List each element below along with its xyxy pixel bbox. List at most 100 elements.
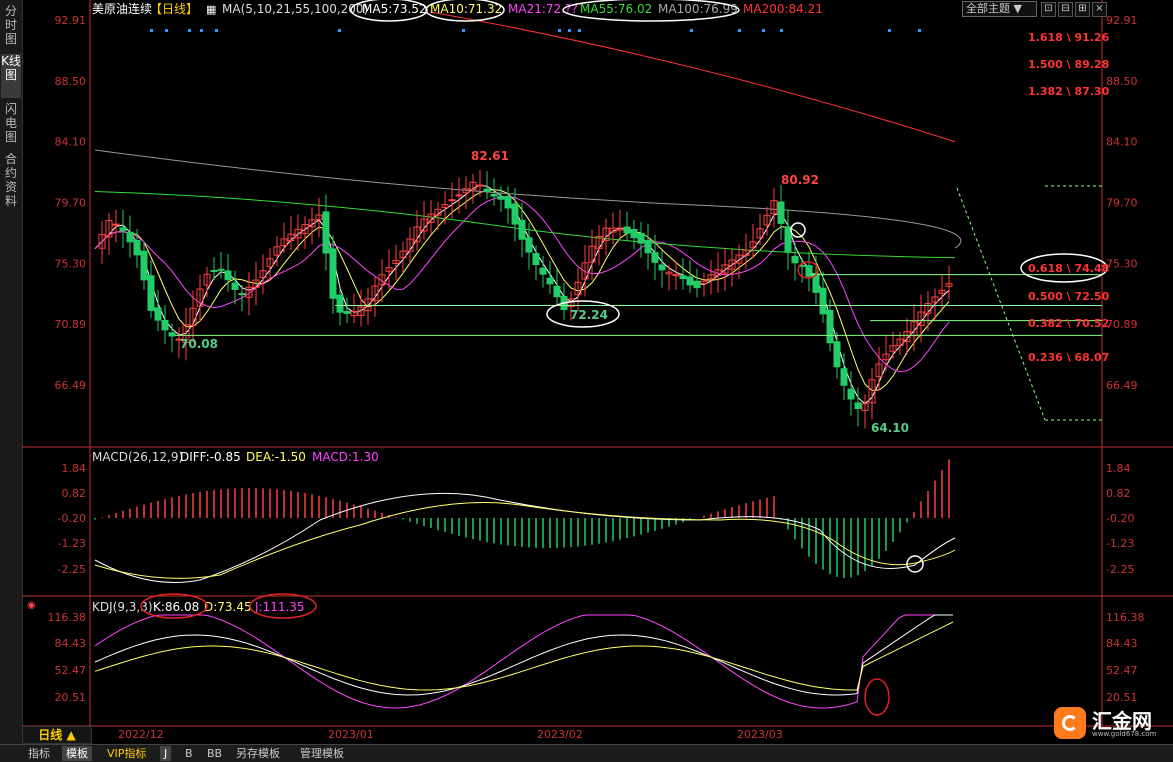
macd-tick-right: -0.20 — [1106, 512, 1134, 525]
close-icon[interactable]: × — [1092, 2, 1107, 17]
candle-body — [161, 319, 169, 331]
highlight-ellipse-kdj-cross — [864, 678, 890, 716]
signal-dot — [338, 29, 341, 32]
candle-body — [651, 252, 659, 263]
tab-b[interactable]: B — [181, 746, 197, 761]
period-button[interactable]: 日线 ▲ — [22, 726, 92, 744]
candle-body — [546, 277, 554, 285]
price-tick-right: 75.30 — [1106, 257, 1138, 270]
candle-body — [637, 233, 645, 244]
tab-vip-indicators[interactable]: VIP指标 — [103, 746, 150, 761]
high-label-2: 80.92 — [781, 173, 819, 187]
price-tick-right: 88.50 — [1106, 75, 1138, 88]
ma-settings-icon[interactable]: ▦ — [206, 3, 216, 16]
kdj-tick-left: 116.38 — [48, 611, 87, 624]
signal-dot — [165, 29, 168, 32]
macd-diff: DIFF:-0.85 — [180, 450, 241, 464]
price-tick-left: 75.30 — [55, 257, 87, 270]
candle-body — [217, 268, 225, 271]
fib-label-0500: 0.500 \ 72.50 — [1028, 290, 1110, 303]
moving-average-lines — [94, 11, 962, 405]
theme-label: 全部主题 — [966, 2, 1010, 15]
tab-contract-info[interactable]: 合约资料 — [1, 152, 21, 210]
kdj-tick-left: 20.51 — [55, 691, 87, 704]
macd-tick-left: -1.23 — [58, 537, 86, 550]
tab-indicators[interactable]: 指标 — [24, 746, 54, 761]
candle-body — [210, 269, 218, 272]
save-template-button[interactable]: 另存模板 — [232, 746, 284, 761]
chart-canvas[interactable]: 美原油连续 【日线】 ▦ MA(5,10,21,55,100,200) MA5:… — [22, 0, 1173, 744]
ma55-value: MA55:76.02 — [580, 2, 652, 16]
candle-body — [497, 195, 505, 200]
macd-value: MACD:1.30 — [312, 450, 379, 464]
candle-body — [847, 388, 855, 400]
candle-body — [630, 228, 638, 239]
maximize-icon[interactable]: ⊞ — [1075, 2, 1090, 17]
tab-flash-chart[interactable]: 闪电图 — [1, 102, 21, 146]
candle-body — [777, 201, 785, 224]
candle-body — [826, 309, 834, 344]
kdj-settings-icon[interactable]: ◉ — [27, 600, 36, 611]
macd-title: MACD(26,12,9) — [92, 450, 183, 464]
candle-body — [476, 184, 484, 187]
kdj-tick-left: 52.47 — [55, 664, 87, 677]
price-tick-left: 84.10 — [55, 136, 87, 149]
kdj-axis: 116.38116.3884.4384.4352.4752.4720.5120.… — [48, 611, 1145, 704]
kdj-tick-right: 84.43 — [1106, 637, 1138, 650]
candle-body — [854, 402, 862, 410]
signal-dot — [558, 29, 561, 32]
fibonacci-lines — [150, 29, 1102, 421]
fib-label-1618: 1.618 \ 91.26 — [1028, 31, 1110, 44]
signal-dot — [738, 29, 741, 32]
tab-templates[interactable]: 模板 — [62, 746, 92, 761]
candle-body — [455, 194, 463, 197]
signal-dot — [578, 29, 581, 32]
candle-body — [231, 282, 239, 290]
left-sidebar: 分时图 K线图 闪电图 合约资料 — [0, 0, 23, 744]
high-label-1: 82.61 — [471, 149, 509, 163]
tab-kline-chart[interactable]: K线图 — [1, 54, 21, 98]
fib-label-0382: 0.382 \ 70.52 — [1028, 317, 1109, 330]
macd-dea: DEA:-1.50 — [246, 450, 306, 464]
signal-dot — [568, 29, 571, 32]
candle-body — [336, 294, 344, 313]
candle-body — [679, 275, 687, 280]
candle-body — [833, 341, 841, 368]
candle-body — [483, 188, 491, 192]
candle-body — [343, 311, 351, 314]
price-tick-left: 92.91 — [55, 14, 87, 27]
candle-body — [119, 227, 127, 232]
candle-body — [658, 264, 666, 271]
layout-icon[interactable]: ⊡ — [1041, 2, 1056, 17]
fib-label-0236: 0.236 \ 68.07 — [1028, 351, 1109, 364]
price-tick-right: 70.89 — [1106, 318, 1138, 331]
macd-tick-right: 0.82 — [1106, 487, 1131, 500]
macd-tick-left: -2.25 — [58, 563, 86, 576]
candle-body — [168, 332, 176, 337]
tab-j[interactable]: J — [160, 746, 172, 761]
theme-dropdown[interactable]: 全部主题 ▼ — [962, 1, 1037, 17]
candle-body — [133, 239, 141, 256]
candle-body — [504, 196, 512, 209]
tab-time-chart[interactable]: 分时图 — [1, 4, 21, 46]
candle-body — [448, 199, 456, 202]
kdj-k: K:86.08 — [153, 600, 199, 614]
minimize-icon[interactable]: ⊟ — [1058, 2, 1073, 17]
signal-dot — [780, 29, 783, 32]
x-label-dec: 2022/12 — [118, 728, 164, 741]
ma100-line — [94, 149, 962, 249]
candle-body — [112, 223, 120, 226]
price-tick-right: 79.70 — [1106, 197, 1138, 210]
candle-body — [693, 280, 701, 289]
price-tick-left: 79.70 — [55, 197, 87, 210]
x-label-mar: 2023/03 — [737, 728, 783, 741]
manage-templates-button[interactable]: 管理模板 — [296, 746, 348, 761]
ma5-value: MA5:73.52 — [362, 2, 427, 16]
price-tick-left: 66.49 — [55, 379, 87, 392]
low-label-1: 70.08 — [180, 337, 218, 351]
logo-icon — [1054, 707, 1086, 739]
candlesticks — [98, 170, 953, 429]
signal-dot — [888, 29, 891, 32]
macd-tick-left: 1.84 — [62, 462, 87, 475]
tab-bb[interactable]: BB — [203, 746, 226, 761]
